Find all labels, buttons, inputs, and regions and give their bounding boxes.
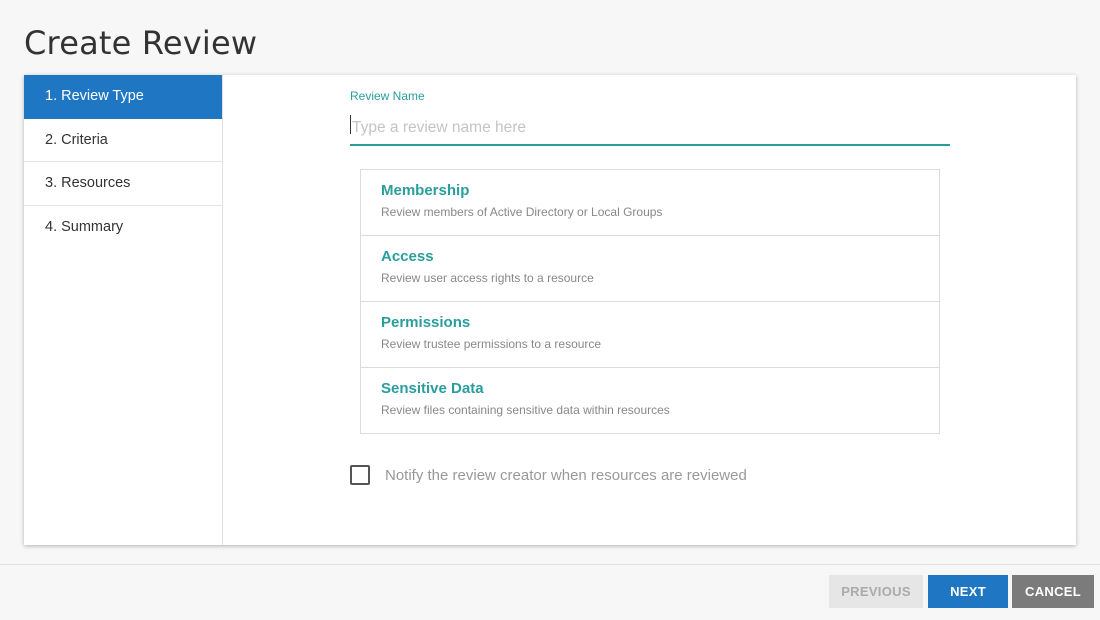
review-type-title: Access <box>381 248 434 265</box>
step-review-type[interactable]: 1. Review Type <box>24 75 222 119</box>
wizard-footer: PREVIOUS NEXT CANCEL <box>0 564 1100 620</box>
review-name-label: Review Name <box>350 89 425 103</box>
review-type-title: Membership <box>381 182 470 199</box>
review-type-description: Review members of Active Directory or Lo… <box>381 205 663 219</box>
review-type-description: Review files containing sensitive data w… <box>381 403 670 417</box>
review-type-description: Review user access rights to a resource <box>381 271 594 285</box>
create-review-panel: 1. Review Type 2. Criteria 3. Resources … <box>24 75 1076 545</box>
next-button[interactable]: NEXT <box>928 575 1008 608</box>
review-type-title: Sensitive Data <box>381 380 484 397</box>
cancel-button[interactable]: CANCEL <box>1012 575 1094 608</box>
notify-option: Notify the review creator when resources… <box>350 465 747 485</box>
step-summary[interactable]: 4. Summary <box>24 205 222 249</box>
review-type-access[interactable]: Access Review user access rights to a re… <box>361 236 939 302</box>
review-type-list: Membership Review members of Active Dire… <box>360 169 940 434</box>
page-title: Create Review <box>24 24 258 62</box>
review-type-permissions[interactable]: Permissions Review trustee permissions t… <box>361 302 939 368</box>
review-type-title: Permissions <box>381 314 471 331</box>
notify-checkbox[interactable] <box>350 465 370 485</box>
wizard-steps: 1. Review Type 2. Criteria 3. Resources … <box>24 75 223 545</box>
step-criteria[interactable]: 2. Criteria <box>24 118 222 162</box>
previous-button[interactable]: PREVIOUS <box>829 575 923 608</box>
review-name-input[interactable] <box>350 111 950 146</box>
text-caret <box>350 115 351 134</box>
review-type-description: Review trustee permissions to a resource <box>381 337 602 351</box>
review-type-membership[interactable]: Membership Review members of Active Dire… <box>361 170 939 236</box>
notify-label[interactable]: Notify the review creator when resources… <box>385 467 747 484</box>
step-resources[interactable]: 3. Resources <box>24 162 222 206</box>
review-type-sensitive-data[interactable]: Sensitive Data Review files containing s… <box>361 368 939 434</box>
